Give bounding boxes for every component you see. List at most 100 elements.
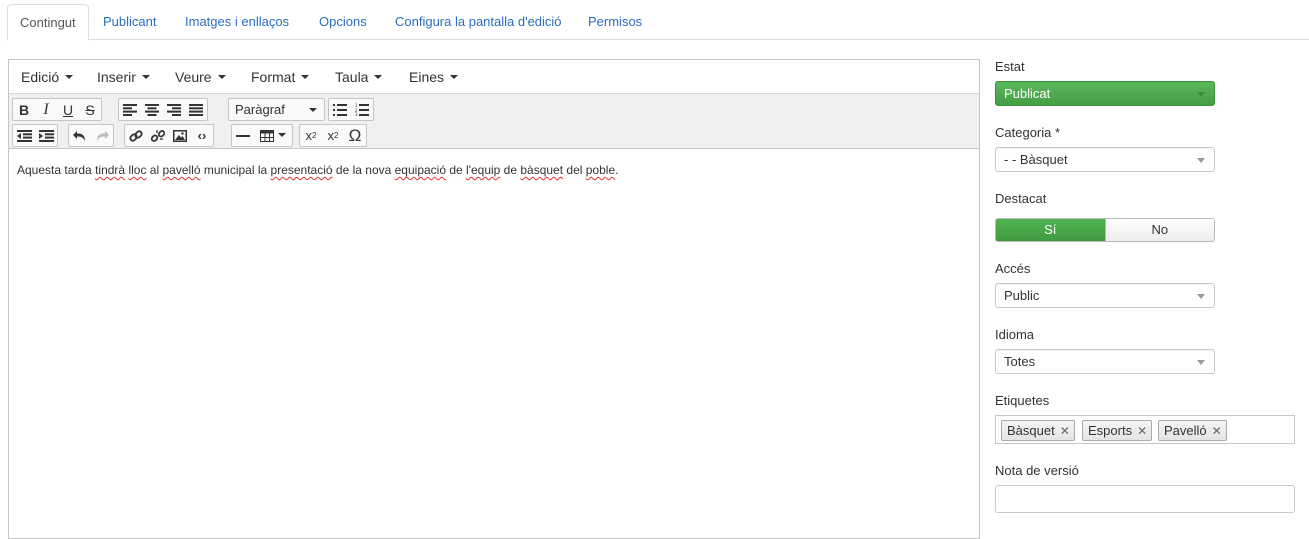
toolbar-group-lists: 123 (328, 98, 374, 121)
menu-label: Taula (335, 69, 369, 85)
chevron-down-icon (1197, 158, 1205, 163)
misspelled-word: presentació (270, 163, 333, 177)
caret-down-icon (65, 75, 74, 80)
caret-down-icon (141, 75, 150, 80)
tag-chip: Bàsquet ✕ (1001, 420, 1075, 441)
rich-text-editor: Edició Inserir Veure Format Taula Eines … (8, 59, 980, 539)
underline-button[interactable]: U (57, 99, 79, 120)
estat-value: Publicat (1004, 86, 1051, 101)
nota-versio-input[interactable] (995, 485, 1295, 513)
caret-down-icon (217, 75, 226, 80)
tab-opcions[interactable]: Opcions (307, 4, 379, 40)
toolbar-group-script: x2 x2 Ω (299, 124, 367, 147)
editor-content[interactable]: Aquesta tarda tindrà lloc al pavelló mun… (9, 150, 979, 538)
nota-versio-label: Nota de versió (995, 463, 1079, 478)
content-text: de (500, 163, 521, 177)
misspelled-word: lloc (128, 163, 147, 177)
menu-inserir[interactable]: Inserir (97, 60, 150, 94)
destacat-toggle: Sí No (995, 218, 1215, 242)
categoria-value: - - Bàsquet (1004, 152, 1068, 167)
categoria-select[interactable]: - - Bàsquet (995, 147, 1215, 172)
bold-button[interactable]: B (13, 99, 35, 120)
acces-label: Accés (995, 261, 1031, 276)
tab-bar: Contingut Publicant Imatges i enllaços O… (7, 4, 1309, 41)
acces-select[interactable]: Public (995, 283, 1215, 308)
tag-label: Bàsquet (1007, 423, 1055, 438)
unlink-icon[interactable] (147, 125, 169, 146)
caret-down-icon (450, 75, 459, 80)
chevron-down-icon (1197, 294, 1205, 299)
estat-select[interactable]: Publicat (995, 81, 1215, 106)
numbered-list-icon[interactable]: 123 (351, 99, 373, 120)
menu-label: Eines (409, 69, 445, 85)
bullet-list-icon[interactable] (329, 99, 351, 120)
editor-menubar: Edició Inserir Veure Format Taula Eines (9, 60, 979, 94)
content-text: municipal la (200, 163, 271, 177)
remove-tag-icon[interactable]: ✕ (1212, 424, 1222, 438)
subscript-icon[interactable]: x2 (300, 125, 322, 146)
content-text: del (563, 163, 586, 177)
toolbar-group-text-style: B I U S (12, 98, 102, 121)
tab-permisos[interactable]: Permisos (576, 4, 654, 40)
menu-label: Inserir (97, 69, 136, 85)
strikethrough-button[interactable]: S (79, 99, 101, 120)
content-text: . (615, 163, 619, 177)
code-icon[interactable]: ‹› (191, 125, 213, 146)
menu-format[interactable]: Format (251, 60, 310, 94)
special-character-icon[interactable]: Ω (344, 125, 366, 146)
svg-text:3: 3 (355, 112, 358, 116)
menu-edicio[interactable]: Edició (21, 60, 74, 94)
horizontal-rule-icon[interactable] (232, 125, 254, 146)
toolbar-group-table (231, 124, 293, 147)
superscript-icon[interactable]: x2 (322, 125, 344, 146)
categoria-label: Categoria * (995, 125, 1061, 140)
misspelled-word: tindrà (95, 163, 126, 177)
menu-label: Edició (21, 69, 60, 85)
image-icon[interactable] (169, 125, 191, 146)
tag-label: Pavelló (1164, 423, 1207, 438)
misspelled-word: l'equip (466, 163, 501, 177)
tag-chip: Esports ✕ (1082, 420, 1153, 441)
destacat-label: Destacat (995, 191, 1047, 206)
estat-label: Estat (995, 59, 1025, 74)
etiquetes-label: Etiquetes (995, 393, 1050, 408)
align-justify-icon[interactable] (185, 99, 207, 120)
remove-tag-icon[interactable]: ✕ (1137, 424, 1147, 438)
menu-eines[interactable]: Eines (409, 60, 459, 94)
toolbar-group-indent (12, 124, 58, 147)
menu-taula[interactable]: Taula (335, 60, 383, 94)
destacat-no-button[interactable]: No (1104, 219, 1214, 241)
tab-configura-pantalla[interactable]: Configura la pantalla d'edició (383, 4, 574, 40)
link-icon[interactable] (125, 125, 147, 146)
tab-imatges-enllacos[interactable]: Imatges i enllaços (173, 4, 301, 40)
misspelled-word: pavelló (162, 163, 201, 177)
caret-down-icon (301, 75, 310, 80)
acces-value: Public (1004, 288, 1040, 303)
idioma-label: Idioma (995, 327, 1035, 342)
italic-button[interactable]: I (35, 99, 57, 120)
caret-down-icon (374, 75, 383, 80)
table-icon[interactable] (254, 125, 292, 146)
align-center-icon[interactable] (141, 99, 163, 120)
caret-down-icon (309, 108, 317, 112)
indent-icon[interactable] (35, 125, 57, 146)
redo-icon[interactable] (91, 125, 113, 146)
align-right-icon[interactable] (163, 99, 185, 120)
tab-publicant[interactable]: Publicant (91, 4, 168, 40)
misspelled-word: equipació (394, 163, 446, 177)
align-left-icon[interactable] (119, 99, 141, 120)
undo-icon[interactable] (69, 125, 91, 146)
idioma-select[interactable]: Totes (995, 349, 1215, 374)
chevron-down-icon (1197, 360, 1205, 365)
paragraph-format-select[interactable]: Paràgraf (228, 98, 325, 121)
menu-label: Veure (175, 69, 212, 85)
menu-veure[interactable]: Veure (175, 60, 226, 94)
format-select-value: Paràgraf (235, 102, 285, 117)
tab-contingut[interactable]: Contingut (7, 4, 89, 41)
remove-tag-icon[interactable]: ✕ (1060, 424, 1070, 438)
idioma-value: Totes (1004, 354, 1036, 369)
destacat-yes-button[interactable]: Sí (996, 219, 1105, 241)
outdent-icon[interactable] (13, 125, 35, 146)
tags-input[interactable]: Bàsquet ✕ Esports ✕ Pavelló ✕ (995, 415, 1295, 444)
tag-label: Esports (1088, 423, 1133, 438)
